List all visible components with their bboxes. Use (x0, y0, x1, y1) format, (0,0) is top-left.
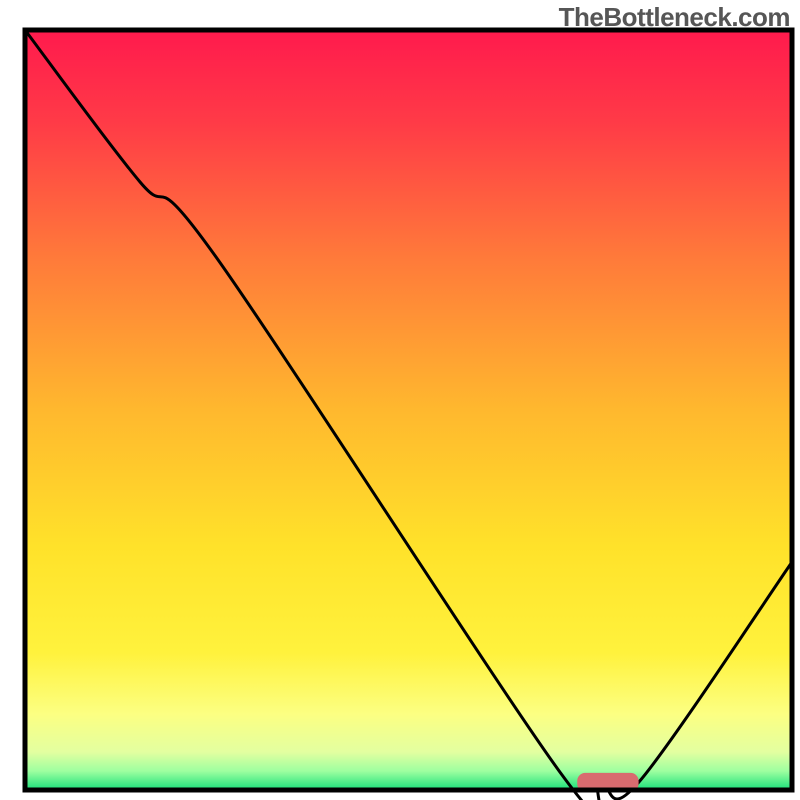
chart-background (25, 30, 792, 790)
bottleneck-chart (0, 0, 800, 800)
chart-canvas: TheBottleneck.com (0, 0, 800, 800)
